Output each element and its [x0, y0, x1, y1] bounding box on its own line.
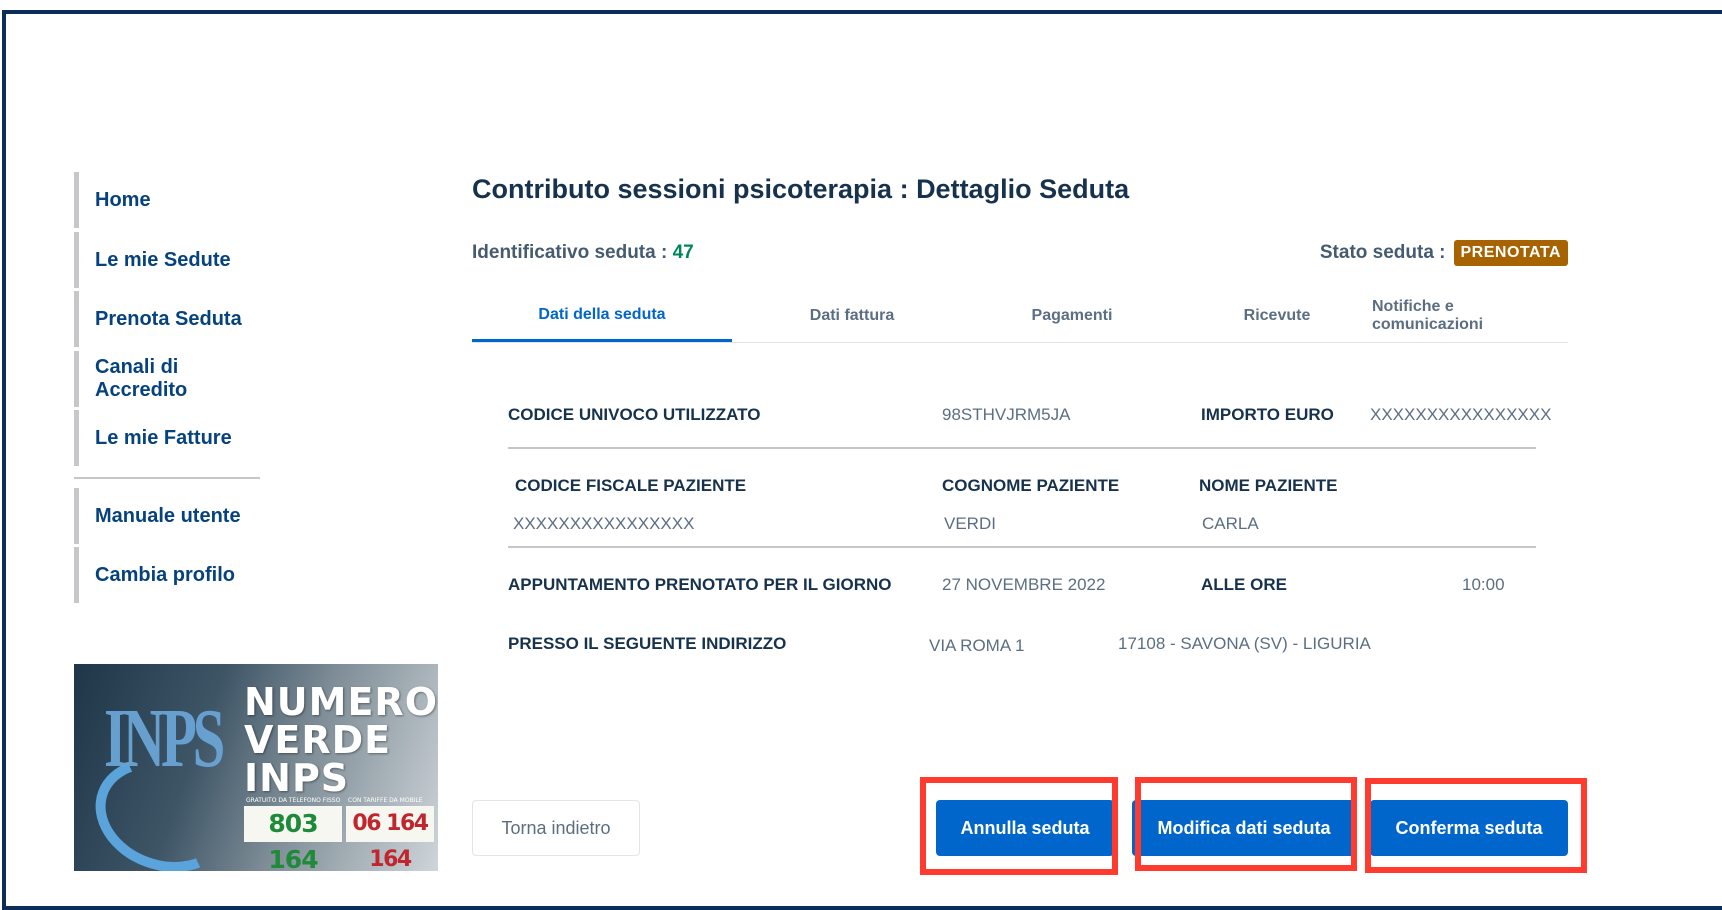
- tab-dati-della-seduta[interactable]: Dati della seduta: [472, 290, 732, 342]
- conferma-seduta-button[interactable]: Conferma seduta: [1370, 800, 1568, 856]
- ore-label: ALLE ORE: [1201, 575, 1287, 594]
- sidebar-item-label: Prenota Seduta: [95, 307, 242, 330]
- tab-ricevute[interactable]: Ricevute: [1182, 290, 1372, 342]
- tab-label: Pagamenti: [1031, 307, 1113, 324]
- status-badge: PRENOTATA: [1453, 240, 1568, 266]
- session-id-label: Identificativo seduta :: [472, 242, 668, 263]
- session-id: Identificativo seduta : 47: [472, 242, 694, 264]
- sidebar-item-label: Cambia profilo: [95, 563, 236, 586]
- numero-verde-banner[interactable]: INPS NUMERO VERDE INPS GRATUITO DA TELEF…: [74, 664, 438, 871]
- mobile-caption: CON TARIFFE DA MOBILE: [348, 797, 423, 804]
- inps-logo: INPS: [104, 692, 225, 785]
- sidebar-item-label: Home: [95, 188, 151, 211]
- row-divider: [508, 447, 1536, 449]
- modifica-dati-seduta-button[interactable]: Modifica dati seduta: [1132, 800, 1356, 856]
- fixed-caption: GRATUITO DA TELEFONO FISSO: [246, 797, 341, 804]
- banner-line-3: INPS: [244, 756, 350, 800]
- nome-label: NOME PAZIENTE: [1199, 476, 1338, 495]
- tab-label: Dati della seduta: [538, 305, 666, 323]
- sidebar-item-label: Manuale utente: [95, 504, 241, 527]
- indirizzo-via: VIA ROMA 1: [929, 636, 1025, 655]
- row-divider: [508, 546, 1536, 548]
- sidebar-item-prenota-seduta[interactable]: Prenota Seduta: [74, 291, 274, 347]
- nome-value: CARLA: [1202, 514, 1259, 533]
- tab-dati-fattura[interactable]: Dati fattura: [742, 290, 962, 342]
- session-status: Stato seduta : PRENOTATA: [1320, 240, 1568, 266]
- fixed-number: 803 164: [244, 806, 342, 871]
- sidebar-item-cambia-profilo[interactable]: Cambia profilo: [74, 547, 274, 603]
- back-button[interactable]: Torna indietro: [472, 800, 640, 856]
- cognome-label: COGNOME PAZIENTE: [942, 476, 1120, 495]
- tab-label: Ricevute: [1243, 307, 1311, 324]
- appuntamento-value: 27 NOVEMBRE 2022: [942, 575, 1106, 594]
- tab-label: Dati fattura: [809, 307, 895, 324]
- session-id-value: 47: [672, 242, 694, 263]
- cf-value: XXXXXXXXXXXXXXXX: [513, 514, 695, 533]
- sidebar-item-canali-di-accredito[interactable]: Canali di Accredito: [74, 351, 274, 407]
- indirizzo-label: PRESSO IL SEGUENTE INDIRIZZO: [508, 634, 787, 653]
- tab-label: Notifiche e comunicazioni: [1372, 298, 1484, 333]
- page-title: Contributo sessioni psicoterapia : Detta…: [472, 174, 1130, 204]
- importo-value: XXXXXXXXXXXXXXXX: [1370, 405, 1552, 424]
- tab-bar: Dati della seduta Dati fattura Pagamenti…: [472, 290, 1568, 343]
- codice-value: 98STHVJRM5JA: [942, 405, 1071, 424]
- cf-label: CODICE FISCALE PAZIENTE: [515, 476, 747, 495]
- tab-notifiche-e-comunicazioni[interactable]: Notifiche e comunicazioni: [1372, 290, 1568, 342]
- ore-value: 10:00: [1462, 575, 1505, 594]
- sidebar-item-home[interactable]: Home: [74, 172, 274, 228]
- session-status-label: Stato seduta :: [1319, 242, 1446, 263]
- mobile-number: 06 164 164: [346, 806, 434, 871]
- appuntamento-label: APPUNTAMENTO PRENOTATO PER IL GIORNO: [508, 575, 892, 594]
- annulla-seduta-button[interactable]: Annulla seduta: [936, 800, 1114, 856]
- indirizzo-citta: 17108 - SAVONA (SV) - LIGURIA: [1118, 634, 1371, 653]
- sidebar-item-manuale-utente[interactable]: Manuale utente: [74, 488, 274, 544]
- importo-label: IMPORTO EURO: [1201, 405, 1334, 424]
- sidebar-item-label: Canali di Accredito: [95, 356, 188, 401]
- cognome-value: VERDI: [944, 514, 996, 533]
- sidebar-item-label: Le mie Sedute: [95, 248, 231, 271]
- codice-label: CODICE UNIVOCO UTILIZZATO: [508, 405, 761, 424]
- sidebar-item-le-mie-sedute[interactable]: Le mie Sedute: [74, 232, 274, 288]
- sidebar-item-le-mie-fatture[interactable]: Le mie Fatture: [74, 410, 274, 466]
- sidebar-item-label: Le mie Fatture: [95, 426, 232, 449]
- tab-pagamenti[interactable]: Pagamenti: [962, 290, 1182, 342]
- sidebar-divider: [74, 477, 260, 479]
